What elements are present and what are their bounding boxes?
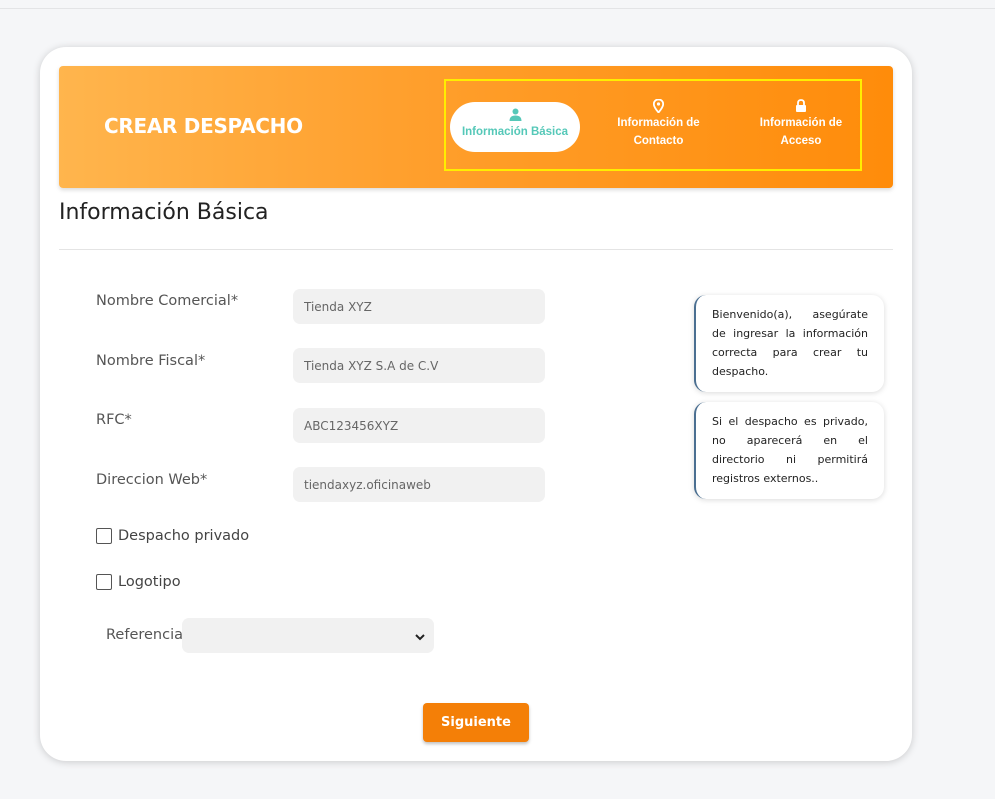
tab-label-line2: Contacto <box>633 135 684 147</box>
logotipo-checkbox[interactable] <box>96 574 112 590</box>
siguiente-button[interactable]: Siguiente <box>423 703 529 742</box>
referencia-label: Referencia <box>106 627 184 643</box>
tab-label-line1: Información de <box>617 117 700 129</box>
step-tabs: Información Básica Información de Contac… <box>444 79 862 171</box>
lock-icon <box>794 99 808 114</box>
page-title: CREAR DESPACHO <box>104 114 303 138</box>
nombre-comercial-label: Nombre Comercial* <box>96 293 239 309</box>
direccion-web-label: Direccion Web* <box>96 472 208 488</box>
referencia-select[interactable] <box>182 618 434 653</box>
nombre-fiscal-label: Nombre Fiscal* <box>96 353 206 369</box>
rfc-input[interactable] <box>293 408 545 443</box>
tab-label-line1: Información de <box>759 117 843 129</box>
despacho-privado-row: Despacho privado <box>96 528 249 544</box>
despacho-privado-label: Despacho privado <box>118 528 250 544</box>
welcome-note: Bienvenido(a), asegúrate de ingresar la … <box>694 295 884 392</box>
private-note: Si el despacho es privado, no aparecerá … <box>694 402 884 499</box>
location-pin-icon <box>652 99 666 114</box>
user-icon <box>508 108 522 123</box>
tab-informacion-acceso[interactable]: Información de Acceso <box>746 99 856 150</box>
nombre-comercial-input[interactable] <box>293 289 545 324</box>
section-title: Información Básica <box>59 200 269 225</box>
tab-label: Información Básica <box>461 126 569 138</box>
chevron-down-icon <box>414 628 426 647</box>
direccion-web-input[interactable] <box>293 467 545 502</box>
section-divider <box>59 249 893 250</box>
nombre-fiscal-input[interactable] <box>293 348 545 383</box>
tab-informacion-contacto[interactable]: Información de Contacto <box>606 99 711 150</box>
tab-label-line2: Acceso <box>780 135 822 147</box>
tab-informacion-basica[interactable]: Información Básica <box>450 102 580 152</box>
header-banner: CREAR DESPACHO Información Básica Inform… <box>59 66 893 188</box>
logotipo-label: Logotipo <box>118 574 181 590</box>
rfc-label: RFC* <box>96 412 132 428</box>
form-card: CREAR DESPACHO Información Básica Inform… <box>40 47 912 761</box>
top-divider <box>0 8 995 9</box>
logotipo-row: Logotipo <box>96 574 181 590</box>
despacho-privado-checkbox[interactable] <box>96 528 112 544</box>
